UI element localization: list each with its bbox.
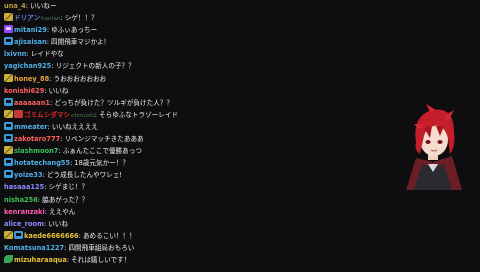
chat-message: ドリアンhantan: シゲ！！？ <box>4 12 300 24</box>
chat-message: mmeater: いいねええええ <box>4 121 300 133</box>
chat-message-text: うおおおおおおお <box>53 74 107 83</box>
badge-group <box>4 145 14 157</box>
chat-message: slashmoon7: ふぁんたここで優勝あっつ <box>4 145 300 157</box>
chat-username[interactable]: slashmoon7 <box>14 147 58 155</box>
chat-message-text: 四開飛車組局おもろい <box>68 243 135 252</box>
chat-message: konishi629: いいね <box>4 85 300 97</box>
leaf-badge-icon[interactable] <box>4 254 13 263</box>
screen-badge-icon[interactable] <box>4 121 13 130</box>
chat-message-text: いいね <box>48 86 69 95</box>
chat-message: ゴミムシダマシohmushi: そらゆふなトラゾーレイド <box>4 109 300 121</box>
gift-badge-icon[interactable] <box>14 109 23 118</box>
badge-group <box>4 109 24 121</box>
screen-badge-icon[interactable] <box>4 170 13 179</box>
screen-badge-icon[interactable] <box>4 37 13 46</box>
chat-username[interactable]: una_4 <box>4 2 26 10</box>
tv-badge-icon[interactable] <box>4 25 13 34</box>
streamer-avatar <box>400 102 466 192</box>
chat-username[interactable]: yagichan925 <box>4 62 51 70</box>
badge-group <box>4 24 14 36</box>
badge-group <box>4 157 14 169</box>
chat-username[interactable]: hasaaa125 <box>4 183 44 191</box>
chat-username[interactable]: honey_88 <box>14 75 49 83</box>
chat-message: kaede6666666: あめるこい！！！ <box>4 230 300 242</box>
chat-message: Komatsuna1227: 四開飛車組局おもろい <box>4 242 300 254</box>
chat-username[interactable]: mizuharaaqua <box>14 256 67 264</box>
chat-message-text: それは嬉しいです！ <box>71 256 131 265</box>
chat-message-text: 脇あがった？？ <box>42 195 89 204</box>
chat-message-text: レイドやな <box>30 50 64 59</box>
chat-message-text: シゲまじ！？ <box>48 183 89 192</box>
chat-username-alt: hantan <box>41 16 61 23</box>
badge-group <box>4 133 14 145</box>
badge-group <box>4 169 14 181</box>
screen-badge-icon[interactable] <box>4 134 13 143</box>
chat-message: honey_88: うおおおおおおお <box>4 73 300 85</box>
chat-message: hasaaa125: シゲまじ！？ <box>4 181 300 193</box>
badge-group <box>4 254 14 266</box>
chat-username[interactable]: lxivnn <box>4 50 26 58</box>
screen-badge-icon[interactable] <box>4 158 13 167</box>
sword-badge-icon[interactable] <box>4 146 13 155</box>
chat-message: nisha256: 脇あがった？？ <box>4 194 300 206</box>
chat-message: zakotaro777: リベンジマッチきたあああ <box>4 133 300 145</box>
chat-username[interactable]: ドリアン <box>14 14 40 22</box>
chat-username[interactable]: kenranzaki <box>4 208 45 216</box>
sword-badge-icon[interactable] <box>4 13 13 22</box>
sword-badge-icon[interactable] <box>4 109 13 118</box>
badge-group <box>4 121 14 133</box>
screen-badge-icon[interactable] <box>4 97 13 106</box>
chat-username[interactable]: aaaaaan1 <box>14 99 50 107</box>
chat-message: aaaaaan1: どっちが負けた？ツルギが負けた人？？ <box>4 97 300 109</box>
chat-message-text: あめるこい！！！ <box>82 231 136 240</box>
chat-message-text: ゆふぃあっちー <box>51 26 98 35</box>
chat-message-text: そらゆふなトラゾーレイド <box>99 110 179 119</box>
chat-message-text: いいね <box>48 219 68 228</box>
chat-message-text: ふぁんたここで優勝あっつ <box>62 147 142 156</box>
chat-message-text: 四開飛車マジかよ！ <box>51 38 111 47</box>
chat-username[interactable]: hotatechang55 <box>14 159 70 167</box>
chat-message-text: シゲ！！？ <box>64 14 98 23</box>
chat-message-text: どう成長したんやワレェ! <box>46 171 123 180</box>
badge-group <box>4 230 24 242</box>
chat-username-alt: ohmushi <box>71 112 95 119</box>
badge-group <box>4 73 14 85</box>
chat-message-text: リジェクトの新人の子？？ <box>55 62 135 71</box>
chat-message-text: 18歳元気かー！？ <box>74 159 129 168</box>
chat-message: mitani29: ゆふぃあっちー <box>4 24 300 36</box>
chat-message: una_4: いいねー <box>4 0 300 12</box>
chat-message-text: いいねええええ <box>51 122 99 131</box>
chat-username[interactable]: yoize33 <box>14 171 43 179</box>
badge-group <box>4 12 14 24</box>
chat-message: alice_room: いいね <box>4 218 300 230</box>
chat-message-text: どっちが負けた？ツルギが負けた人？？ <box>54 98 173 107</box>
screen-badge-icon[interactable] <box>14 230 23 239</box>
chat-message-text: リベンジマッチきたあああ <box>64 135 144 144</box>
badge-group <box>4 97 14 109</box>
chat-username[interactable]: ajisaisan <box>14 38 47 46</box>
sword-badge-icon[interactable] <box>4 73 13 82</box>
chat-message: lxivnn: レイドやな <box>4 48 300 60</box>
chat-message-text: ええやん <box>49 207 76 216</box>
chat-username[interactable]: kaede6666666 <box>24 232 79 240</box>
chat-message: mizuharaaqua: それは嬉しいです！ <box>4 254 300 266</box>
sword-badge-icon[interactable] <box>4 230 13 239</box>
chat-username[interactable]: Komatsuna1227 <box>4 244 64 252</box>
chat-username[interactable]: mmeater <box>14 123 48 131</box>
chat-log: una_4: いいねー ドリアンhantan: シゲ！！？ mitani29: ゆふ… <box>0 0 300 272</box>
badge-group <box>4 36 14 48</box>
chat-message-text: いいねー <box>30 2 57 10</box>
chat-username[interactable]: zakotaro777 <box>14 135 60 143</box>
chat-message: yoize33: どう成長したんやワレェ! <box>4 169 300 181</box>
chat-username[interactable]: mitani29 <box>14 26 47 34</box>
chat-username[interactable]: ゴミムシダマシ <box>24 111 70 119</box>
chat-message: yagichan925: リジェクトの新人の子？？ <box>4 60 300 72</box>
chat-username[interactable]: nisha256 <box>4 196 38 204</box>
chat-username[interactable]: alice_room <box>4 220 44 228</box>
chat-message: hotatechang55: 18歳元気かー！？ <box>4 157 300 169</box>
chat-username[interactable]: konishi629 <box>4 87 44 95</box>
chat-message: ajisaisan: 四開飛車マジかよ！ <box>4 36 300 48</box>
chat-message: kenranzaki: ええやん <box>4 206 300 218</box>
